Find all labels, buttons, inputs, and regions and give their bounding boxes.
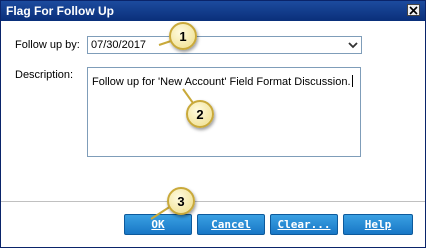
flag-for-follow-up-dialog: Flag For Follow Up Follow up by: 07/30/2… xyxy=(0,0,426,248)
callout-2: 2 xyxy=(186,100,214,128)
callout-pointers xyxy=(150,40,194,220)
callout-1: 1 xyxy=(169,22,197,50)
callout-3: 3 xyxy=(167,187,195,215)
